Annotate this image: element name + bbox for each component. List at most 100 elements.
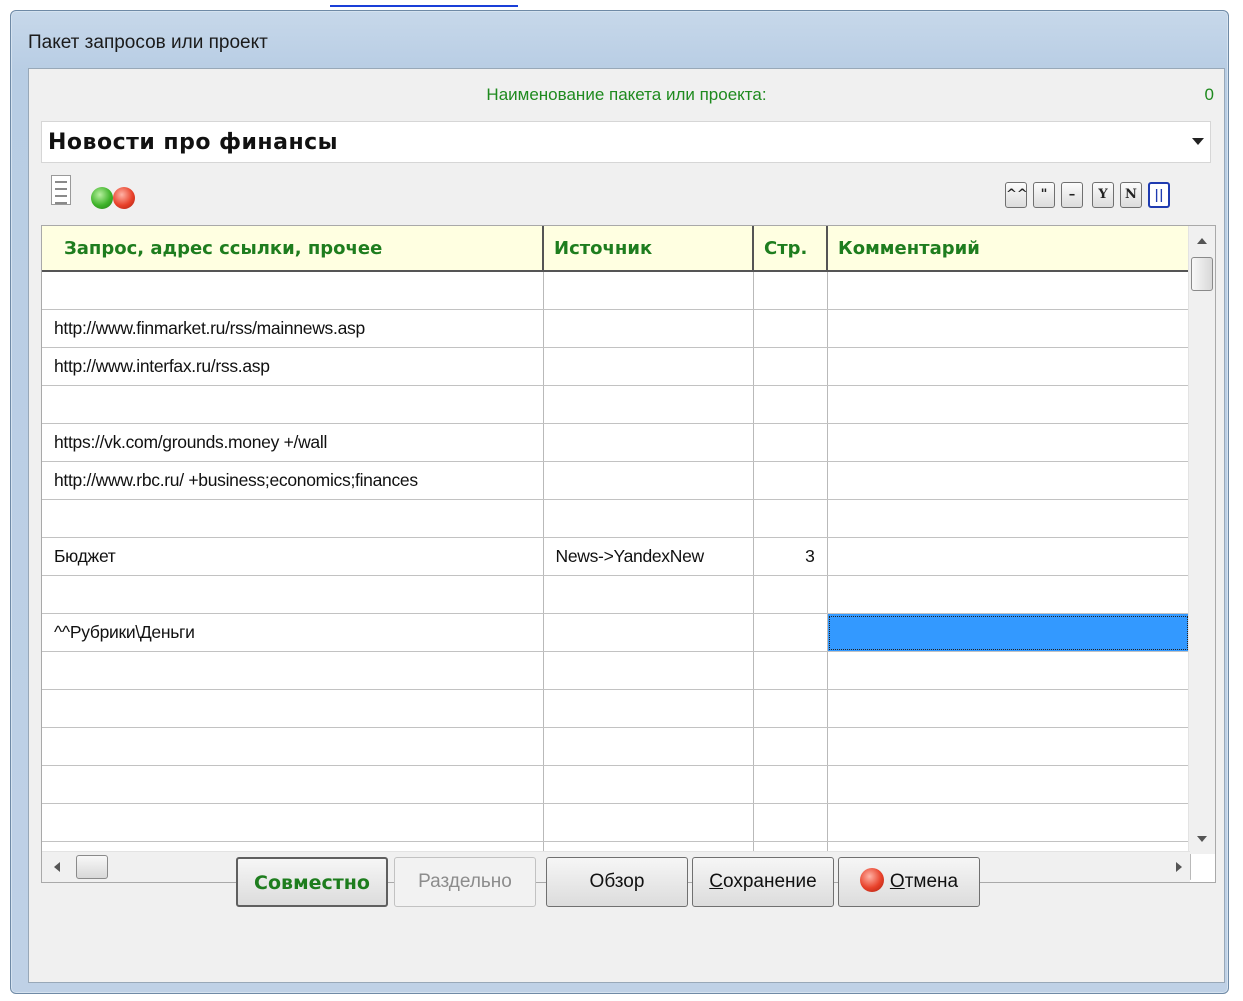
document-icon[interactable]: [51, 175, 71, 205]
n-button[interactable]: N: [1120, 182, 1142, 208]
column-header-page[interactable]: Стр.: [753, 226, 828, 272]
cell-comment[interactable]: [827, 727, 1191, 766]
cell-source[interactable]: [543, 385, 754, 424]
quote-button[interactable]: ": [1033, 182, 1055, 208]
cell-comment[interactable]: [827, 271, 1191, 310]
cell-page[interactable]: [753, 803, 828, 842]
cell-page[interactable]: [753, 613, 828, 652]
cell-page[interactable]: [753, 765, 828, 804]
selected-cell-comment[interactable]: [827, 613, 1191, 652]
green-circle-icon[interactable]: [91, 187, 113, 209]
cell-comment[interactable]: [827, 537, 1191, 576]
cell-source[interactable]: [543, 499, 754, 538]
cell-query[interactable]: [42, 803, 544, 842]
column-header-source[interactable]: Источник: [543, 226, 754, 272]
cell-comment[interactable]: [827, 803, 1191, 842]
query-grid[interactable]: Запрос, адрес ссылки, прочее Источник Ст…: [41, 225, 1216, 883]
table-row[interactable]: [42, 271, 1191, 310]
cell-source[interactable]: [543, 347, 754, 386]
cell-page[interactable]: [753, 385, 828, 424]
cell-comment[interactable]: [827, 651, 1191, 690]
cell-page[interactable]: [753, 309, 828, 348]
scroll-right-arrow-icon[interactable]: [1176, 862, 1182, 872]
cell-page[interactable]: [753, 499, 828, 538]
cell-source[interactable]: [543, 423, 754, 462]
cell-query[interactable]: [42, 765, 544, 804]
y-button[interactable]: Y: [1092, 182, 1114, 208]
cell-comment[interactable]: [827, 309, 1191, 348]
table-row[interactable]: http://www.interfax.ru/rss.asp: [42, 347, 1191, 386]
table-row[interactable]: Бюджет News->YandexNew 3: [42, 537, 1191, 576]
cell-page[interactable]: [753, 423, 828, 462]
cell-query[interactable]: [42, 651, 544, 690]
cell-comment[interactable]: [827, 461, 1191, 500]
caret-button[interactable]: ^^: [1005, 182, 1028, 208]
table-row[interactable]: [42, 689, 1191, 728]
cell-comment[interactable]: [827, 575, 1191, 614]
cell-query[interactable]: [42, 385, 544, 424]
cell-comment[interactable]: [827, 385, 1191, 424]
cell-query[interactable]: [42, 499, 544, 538]
scroll-down-arrow-icon[interactable]: [1197, 836, 1207, 842]
cell-page[interactable]: [753, 347, 828, 386]
cell-query[interactable]: http://www.interfax.ru/rss.asp: [42, 347, 544, 386]
scroll-left-arrow-icon[interactable]: [54, 862, 60, 872]
cell-query[interactable]: Бюджет: [42, 537, 544, 576]
vertical-scrollbar[interactable]: [1188, 226, 1215, 854]
cell-comment[interactable]: [827, 689, 1191, 728]
cell-query[interactable]: http://www.finmarket.ru/rss/mainnews.asp: [42, 309, 544, 348]
cell-page[interactable]: [753, 575, 828, 614]
cell-comment[interactable]: [827, 499, 1191, 538]
cell-query[interactable]: [42, 727, 544, 766]
cell-query[interactable]: https://vk.com/grounds.money +/wall: [42, 423, 544, 462]
cell-source[interactable]: [543, 651, 754, 690]
column-header-comment[interactable]: Комментарий: [827, 226, 1191, 272]
column-header-query[interactable]: Запрос, адрес ссылки, прочее: [42, 226, 544, 272]
cell-source[interactable]: [543, 613, 754, 652]
table-row[interactable]: [42, 385, 1191, 424]
table-row[interactable]: [42, 727, 1191, 766]
table-row[interactable]: [42, 765, 1191, 804]
cell-source[interactable]: [543, 271, 754, 310]
cell-page[interactable]: [753, 651, 828, 690]
save-button[interactable]: Сохранение: [692, 857, 834, 907]
table-row[interactable]: http://www.rbc.ru/ +business;economics;f…: [42, 461, 1191, 500]
scroll-up-arrow-icon[interactable]: [1197, 238, 1207, 244]
cell-source[interactable]: [543, 803, 754, 842]
table-row[interactable]: ^^Рубрики\Деньги: [42, 613, 1191, 652]
cell-page[interactable]: [753, 727, 828, 766]
cell-source[interactable]: News->YandexNew: [543, 537, 754, 576]
cell-page[interactable]: 3: [753, 537, 828, 576]
table-row[interactable]: [42, 575, 1191, 614]
cell-source[interactable]: [543, 309, 754, 348]
minus-button[interactable]: –: [1061, 182, 1083, 208]
horizontal-scroll-thumb[interactable]: [76, 855, 108, 879]
cell-source[interactable]: [543, 727, 754, 766]
cell-query[interactable]: [42, 689, 544, 728]
cancel-button[interactable]: Отмена: [838, 857, 980, 907]
cell-comment[interactable]: [827, 765, 1191, 804]
table-row[interactable]: [42, 651, 1191, 690]
cell-query[interactable]: [42, 271, 544, 310]
cell-query[interactable]: ^^Рубрики\Деньги: [42, 613, 544, 652]
cell-source[interactable]: [543, 461, 754, 500]
pause-button[interactable]: ||: [1148, 182, 1170, 208]
cell-page[interactable]: [753, 689, 828, 728]
project-name-combobox[interactable]: Новости про финансы: [41, 121, 1211, 163]
cell-source[interactable]: [543, 575, 754, 614]
table-row[interactable]: [42, 803, 1191, 842]
cell-query[interactable]: [42, 575, 544, 614]
cell-comment[interactable]: [827, 423, 1191, 462]
separate-button[interactable]: Раздельно: [394, 857, 536, 907]
cell-source[interactable]: [543, 765, 754, 804]
joint-button[interactable]: Совместно: [236, 857, 388, 907]
cell-page[interactable]: [753, 271, 828, 310]
vertical-scroll-thumb[interactable]: [1191, 257, 1213, 291]
table-row[interactable]: http://www.finmarket.ru/rss/mainnews.asp: [42, 309, 1191, 348]
cell-source[interactable]: [543, 689, 754, 728]
dropdown-arrow-icon[interactable]: [1192, 138, 1204, 145]
cell-comment[interactable]: [827, 347, 1191, 386]
table-row[interactable]: https://vk.com/grounds.money +/wall: [42, 423, 1191, 462]
cell-query[interactable]: http://www.rbc.ru/ +business;economics;f…: [42, 461, 544, 500]
red-circle-icon[interactable]: [113, 187, 135, 209]
